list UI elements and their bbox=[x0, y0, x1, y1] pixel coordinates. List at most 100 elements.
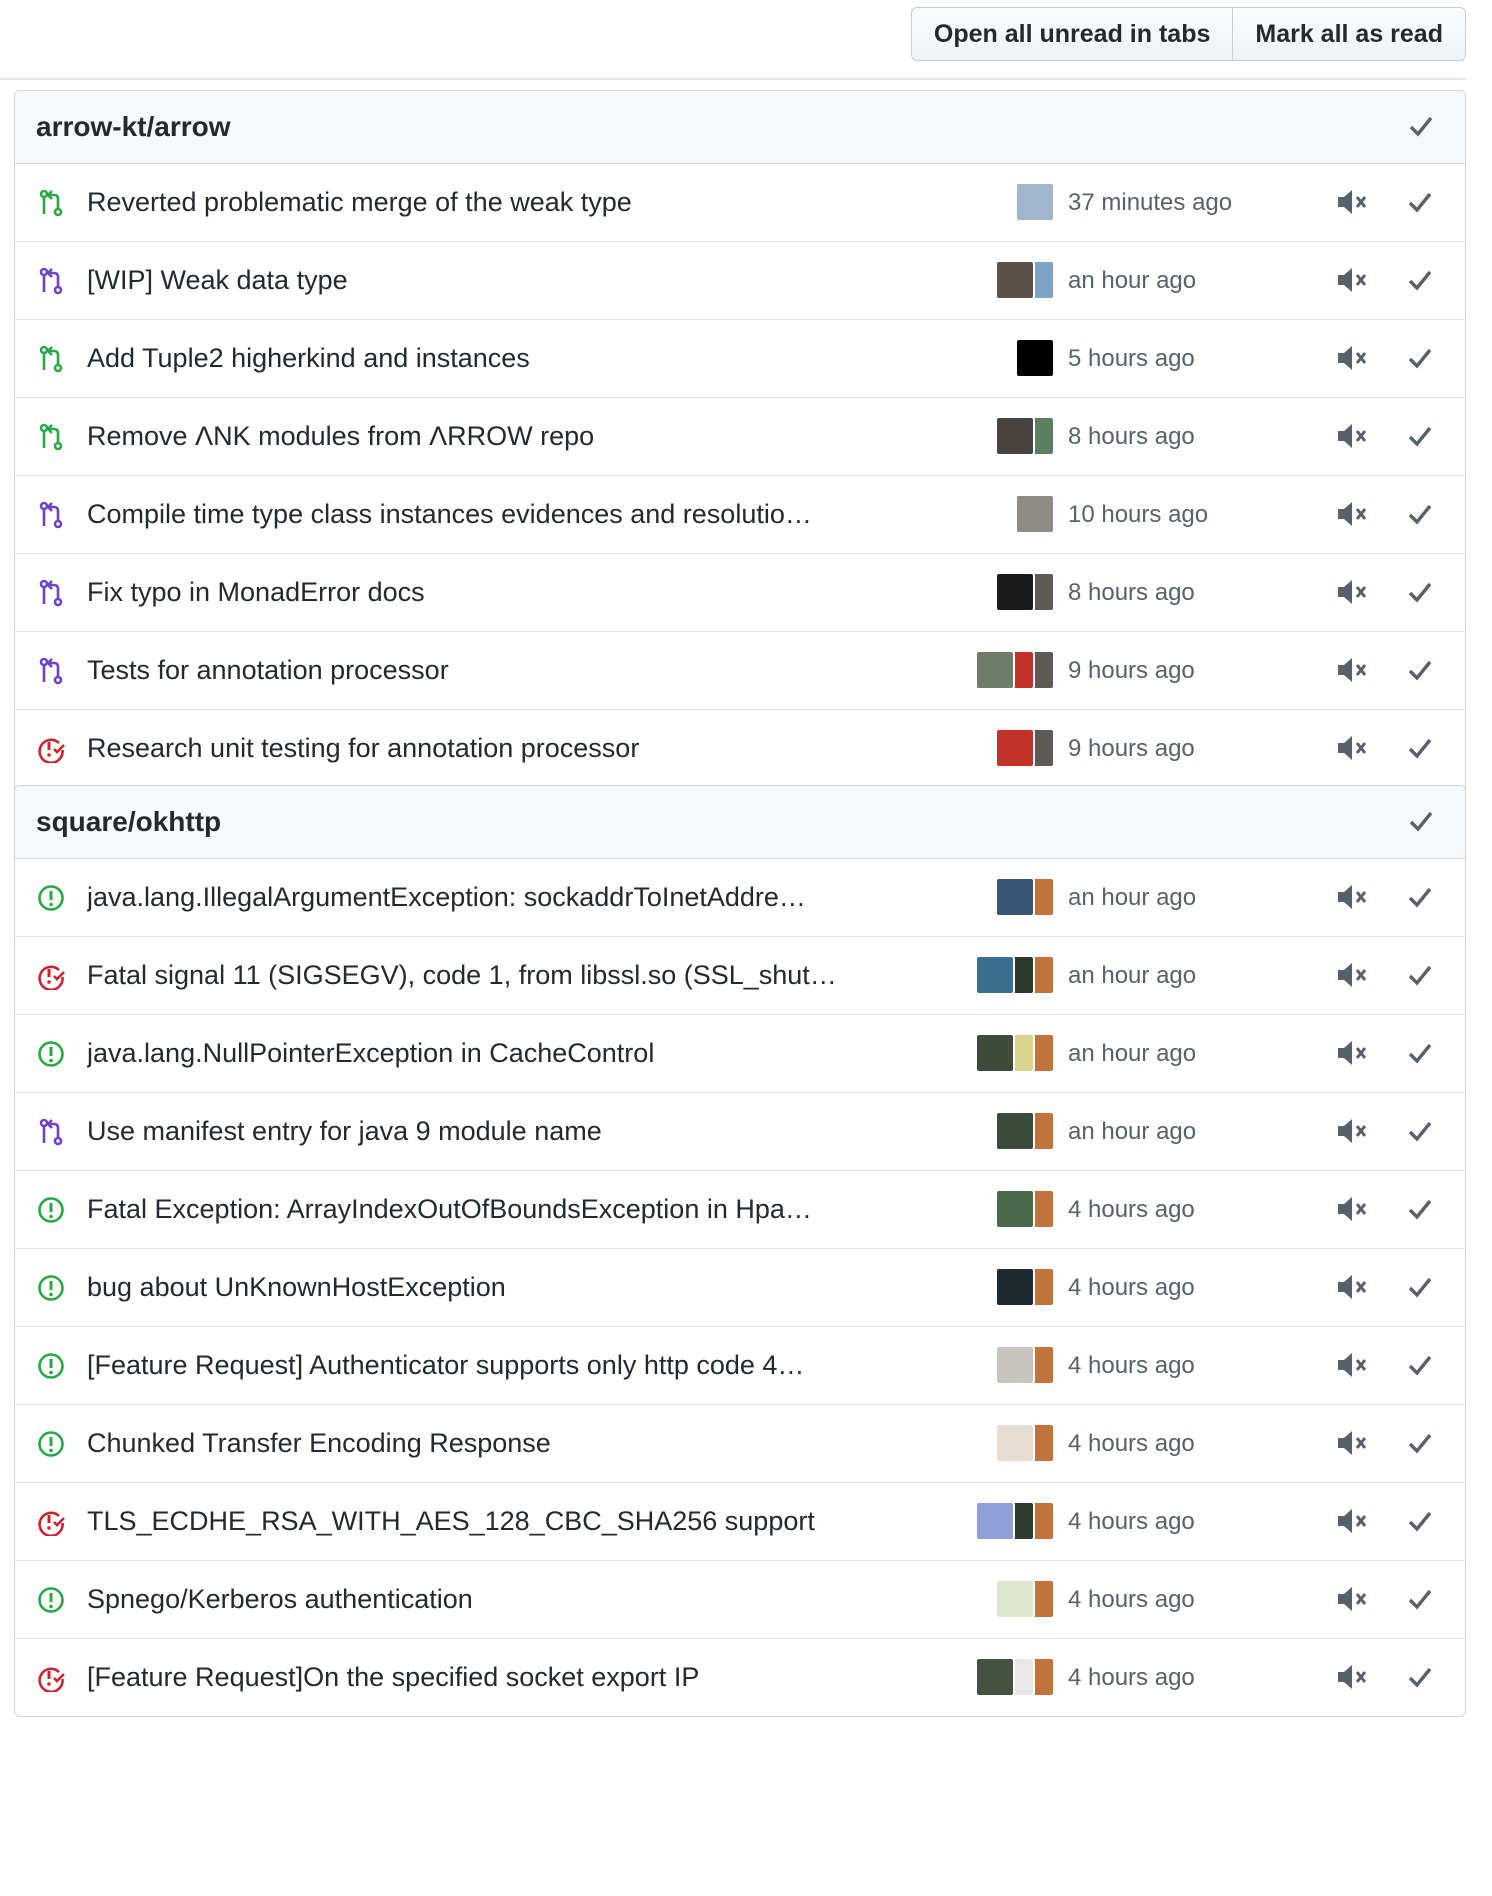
notification-row[interactable]: Spnego/Kerberos authentication 4 hours ag… bbox=[15, 1561, 1465, 1639]
notification-row[interactable]: Fatal signal 11 (SIGSEGV), code 1, from … bbox=[15, 937, 1465, 1015]
mute-thread-icon[interactable] bbox=[1335, 1193, 1369, 1225]
notification-title-link[interactable]: Reverted problematic merge of the weak t… bbox=[87, 164, 897, 241]
avatar[interactable] bbox=[975, 1501, 1015, 1541]
notification-title-link[interactable]: TLS_ECDHE_RSA_WITH_AES_128_CBC_SHA256 su… bbox=[87, 1483, 897, 1560]
repo-name-link[interactable]: arrow-kt/arrow bbox=[15, 111, 231, 143]
avatar[interactable] bbox=[995, 1189, 1035, 1229]
mark-read-check-icon[interactable] bbox=[1407, 189, 1433, 215]
notification-title-link[interactable]: bug about UnKnownHostException bbox=[87, 1249, 897, 1326]
mute-thread-icon[interactable] bbox=[1335, 420, 1369, 452]
notification-title-link[interactable]: Compile time type class instances eviden… bbox=[87, 476, 897, 553]
mute-thread-icon[interactable] bbox=[1335, 498, 1369, 530]
mute-thread-icon[interactable] bbox=[1335, 1661, 1369, 1693]
notification-title-link[interactable]: Chunked Transfer Encoding Response bbox=[87, 1405, 897, 1482]
mute-thread-icon[interactable] bbox=[1335, 732, 1369, 764]
mute-thread-icon[interactable] bbox=[1335, 881, 1369, 913]
notification-title-link[interactable]: Fatal Exception: ArrayIndexOutOfBoundsEx… bbox=[87, 1171, 897, 1248]
mute-thread-icon[interactable] bbox=[1335, 1583, 1369, 1615]
mark-read-check-icon[interactable] bbox=[1407, 579, 1433, 605]
mark-read-check-icon[interactable] bbox=[1407, 1274, 1433, 1300]
avatar[interactable] bbox=[975, 1033, 1015, 1073]
mute-thread-icon[interactable] bbox=[1335, 1115, 1369, 1147]
mark-read-check-icon[interactable] bbox=[1407, 1508, 1433, 1534]
avatar[interactable] bbox=[995, 416, 1035, 456]
mark-read-check-icon[interactable] bbox=[1407, 423, 1433, 449]
notification-row[interactable]: Reverted problematic merge of the weak t… bbox=[15, 164, 1465, 242]
mark-read-check-icon[interactable] bbox=[1407, 1586, 1433, 1612]
notification-row[interactable]: Chunked Transfer Encoding Response 4 hour… bbox=[15, 1405, 1465, 1483]
mute-thread-icon[interactable] bbox=[1335, 654, 1369, 686]
open-all-unread-button[interactable]: Open all unread in tabs bbox=[912, 8, 1232, 60]
mute-thread-icon[interactable] bbox=[1335, 1349, 1369, 1381]
mute-thread-icon[interactable] bbox=[1335, 959, 1369, 991]
notification-row[interactable]: Use manifest entry for java 9 module nam… bbox=[15, 1093, 1465, 1171]
avatar[interactable] bbox=[1015, 494, 1055, 534]
notification-row[interactable]: Add Tuple2 higherkind and instances 5 hou… bbox=[15, 320, 1465, 398]
mark-repo-read-check-icon[interactable] bbox=[1408, 113, 1434, 139]
mute-thread-icon[interactable] bbox=[1335, 576, 1369, 608]
avatar[interactable] bbox=[975, 955, 1015, 995]
avatar[interactable] bbox=[995, 1345, 1035, 1385]
mark-read-check-icon[interactable] bbox=[1407, 267, 1433, 293]
mute-thread-icon[interactable] bbox=[1335, 1037, 1369, 1069]
avatar[interactable] bbox=[995, 877, 1035, 917]
notification-row[interactable]: TLS_ECDHE_RSA_WITH_AES_128_CBC_SHA256 su… bbox=[15, 1483, 1465, 1561]
notification-title-link[interactable]: java.lang.IllegalArgumentException: sock… bbox=[87, 859, 897, 936]
notification-title-link[interactable]: Spnego/Kerberos authentication bbox=[87, 1561, 897, 1638]
mark-read-check-icon[interactable] bbox=[1407, 962, 1433, 988]
mark-read-check-icon[interactable] bbox=[1407, 1430, 1433, 1456]
repo-name-link[interactable]: square/okhttp bbox=[15, 806, 221, 838]
avatar[interactable] bbox=[1015, 182, 1055, 222]
notification-row[interactable]: Compile time type class instances eviden… bbox=[15, 476, 1465, 554]
notification-row[interactable]: java.lang.NullPointerException in CacheC… bbox=[15, 1015, 1465, 1093]
notification-row[interactable]: [Feature Request] Authenticator supports… bbox=[15, 1327, 1465, 1405]
mark-all-read-button[interactable]: Mark all as read bbox=[1232, 8, 1465, 60]
notification-title-link[interactable]: [Feature Request] Authenticator supports… bbox=[87, 1327, 897, 1404]
notification-title-link[interactable]: Fix typo in MonadError docs bbox=[87, 554, 897, 631]
avatar[interactable] bbox=[995, 728, 1035, 768]
mark-read-check-icon[interactable] bbox=[1407, 657, 1433, 683]
notification-row[interactable]: bug about UnKnownHostException 4 hours ag… bbox=[15, 1249, 1465, 1327]
mark-read-check-icon[interactable] bbox=[1407, 884, 1433, 910]
notification-row[interactable]: java.lang.IllegalArgumentException: sock… bbox=[15, 859, 1465, 937]
notification-row[interactable]: Remove ΛNK modules from ΛRROW repo 8 hour… bbox=[15, 398, 1465, 476]
notification-title-link[interactable]: Add Tuple2 higherkind and instances bbox=[87, 320, 897, 397]
notification-title-link[interactable]: Tests for annotation processor bbox=[87, 632, 897, 709]
mark-read-check-icon[interactable] bbox=[1407, 735, 1433, 761]
mark-read-check-icon[interactable] bbox=[1407, 501, 1433, 527]
notification-title-link[interactable]: Fatal signal 11 (SIGSEGV), code 1, from … bbox=[87, 937, 897, 1014]
notification-row[interactable]: Tests for annotation processor 9 hours ag… bbox=[15, 632, 1465, 710]
notification-row[interactable]: Fatal Exception: ArrayIndexOutOfBoundsEx… bbox=[15, 1171, 1465, 1249]
notification-row[interactable]: Research unit testing for annotation pro… bbox=[15, 710, 1465, 788]
avatar[interactable] bbox=[995, 1111, 1035, 1151]
notification-title-link[interactable]: Remove ΛNK modules from ΛRROW repo bbox=[87, 398, 897, 475]
mute-thread-icon[interactable] bbox=[1335, 264, 1369, 296]
mark-read-check-icon[interactable] bbox=[1407, 1352, 1433, 1378]
mark-read-check-icon[interactable] bbox=[1407, 345, 1433, 371]
mark-read-check-icon[interactable] bbox=[1407, 1040, 1433, 1066]
notification-title-link[interactable]: [WIP] Weak data type bbox=[87, 242, 897, 319]
avatar[interactable] bbox=[1015, 338, 1055, 378]
notification-row[interactable]: [Feature Request]On the specified socket… bbox=[15, 1639, 1465, 1716]
avatar[interactable] bbox=[995, 1423, 1035, 1463]
avatar[interactable] bbox=[995, 1267, 1035, 1307]
mute-thread-icon[interactable] bbox=[1335, 1505, 1369, 1537]
notification-title-link[interactable]: java.lang.NullPointerException in CacheC… bbox=[87, 1015, 897, 1092]
avatar[interactable] bbox=[995, 572, 1035, 612]
notification-row[interactable]: Fix typo in MonadError docs 8 hours ago bbox=[15, 554, 1465, 632]
avatar[interactable] bbox=[975, 650, 1015, 690]
notification-title-link[interactable]: Use manifest entry for java 9 module nam… bbox=[87, 1093, 897, 1170]
mark-repo-read-check-icon[interactable] bbox=[1408, 808, 1434, 834]
mute-thread-icon[interactable] bbox=[1335, 342, 1369, 374]
mute-thread-icon[interactable] bbox=[1335, 186, 1369, 218]
mute-thread-icon[interactable] bbox=[1335, 1271, 1369, 1303]
mark-read-check-icon[interactable] bbox=[1407, 1196, 1433, 1222]
mute-thread-icon[interactable] bbox=[1335, 1427, 1369, 1459]
avatar[interactable] bbox=[995, 260, 1035, 300]
notification-title-link[interactable]: [Feature Request]On the specified socket… bbox=[87, 1639, 897, 1716]
notification-title-link[interactable]: Research unit testing for annotation pro… bbox=[87, 710, 897, 787]
mark-read-check-icon[interactable] bbox=[1407, 1118, 1433, 1144]
avatar[interactable] bbox=[975, 1657, 1015, 1697]
mark-read-check-icon[interactable] bbox=[1407, 1664, 1433, 1690]
avatar[interactable] bbox=[995, 1579, 1035, 1619]
